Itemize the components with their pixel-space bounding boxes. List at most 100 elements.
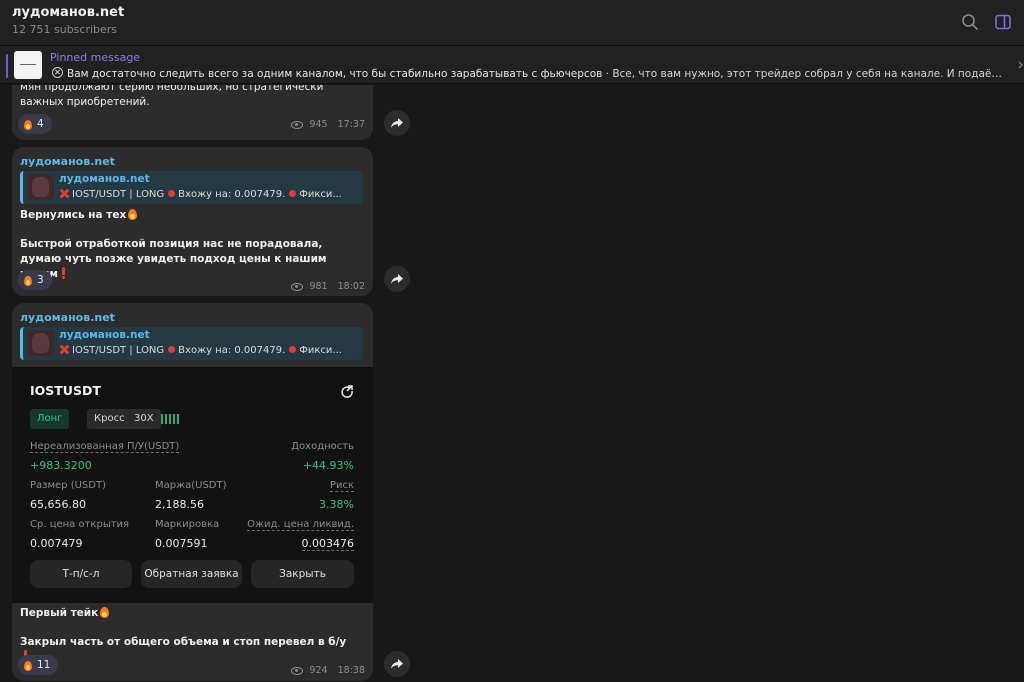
- reply-quote[interactable]: лудоманов.net IOST/USDT | LONG Вхожу на: …: [20, 171, 363, 204]
- roi-label: Доходность: [291, 441, 354, 452]
- liq-price-label: Ожид. цена ликвид.: [247, 519, 354, 531]
- message-text: Закрыл часть от общего объема и стоп пер…: [12, 635, 362, 665]
- subscriber-count: 12 751 subscribers: [12, 23, 118, 36]
- view-count: 924: [309, 665, 328, 676]
- fire-icon: [23, 659, 33, 671]
- message-meta: 981 18:02: [291, 281, 365, 292]
- risk-label: Риск: [329, 480, 354, 492]
- reply-thumbnail: [28, 330, 54, 356]
- message-author[interactable]: лудоманов.net: [20, 311, 115, 324]
- message-text: Первый тейк: [12, 605, 362, 621]
- sidebar-toggle-icon[interactable]: [993, 12, 1013, 32]
- message-line: Вернулись на тех: [20, 209, 127, 221]
- message-line: Первый тейк: [20, 607, 99, 619]
- pinned-thumbnail: [14, 51, 42, 79]
- reply-thumbnail: [28, 174, 54, 200]
- forward-button[interactable]: [384, 651, 410, 677]
- reply-text: IOST/USDT | LONG Вхожу на: 0.007479. Фикси…: [59, 188, 359, 200]
- view-count: 981: [309, 281, 328, 292]
- reply-author: лудоманов.net: [59, 329, 150, 341]
- share-icon: [341, 385, 353, 398]
- cross-mark-icon: [59, 188, 69, 198]
- mark-price-label: Маркировка: [155, 519, 220, 530]
- forward-icon: [391, 274, 403, 284]
- red-dot-icon: [289, 190, 297, 197]
- exclamation-icon: [61, 267, 66, 279]
- view-count: 945: [309, 119, 328, 130]
- leverage-badge: 30X: [127, 409, 161, 429]
- margin-label: Маржа(USDT): [155, 480, 227, 491]
- channel-title[interactable]: лудоманов.net: [12, 5, 124, 20]
- chevron-right-icon[interactable]: [1018, 61, 1024, 69]
- message-author[interactable]: лудоманов.net: [20, 155, 115, 168]
- roi-value: +44.93%: [302, 459, 354, 472]
- message-time: 18:38: [337, 665, 365, 676]
- size-label: Размер (USDT): [30, 480, 106, 491]
- mark-price-value: 0.007591: [155, 537, 208, 550]
- search-icon[interactable]: [960, 12, 980, 32]
- message-time: 17:37: [337, 119, 365, 130]
- reaction-button[interactable]: 4: [18, 114, 52, 134]
- open-price-value: 0.007479: [30, 537, 83, 550]
- size-value: 65,656.80: [30, 498, 86, 511]
- reply-quote[interactable]: лудоманов.net IOST/USDT | LONG Вхожу на: …: [20, 327, 363, 360]
- message-time: 18:02: [337, 281, 365, 292]
- message-line: Закрыл часть от общего объема и стоп пер…: [20, 636, 347, 648]
- pnl-label: Нереализованная П/У(USDT): [30, 441, 180, 453]
- fire-icon: [23, 274, 33, 286]
- message-line: Быстрой отработкой позиция нас не порадо…: [20, 238, 327, 280]
- reply-pair: IOST/USDT | LONG: [72, 345, 165, 356]
- reaction-button[interactable]: 11: [18, 655, 59, 675]
- pinned-label: Pinned message: [50, 51, 141, 64]
- pinned-indicator: [6, 54, 8, 78]
- message-text: мян продолжают серию небольших, но страт…: [20, 85, 324, 108]
- forward-button[interactable]: [384, 110, 410, 136]
- fire-icon: [99, 605, 110, 618]
- signal-bars-icon: [161, 414, 179, 424]
- forward-icon: [391, 118, 403, 128]
- trade-card-image[interactable]: IOSTUSDT Лонг Кросс 30X Нереализованная …: [12, 367, 373, 603]
- red-dot-icon: [168, 190, 176, 197]
- pinned-text: Вам достаточно следить всего за одним ка…: [52, 66, 1002, 80]
- red-dot-icon: [168, 346, 176, 353]
- fire-icon: [23, 118, 33, 130]
- message-bubble[interactable]: мян продолжают серию небольших, но страт…: [12, 85, 373, 140]
- reply-entry: Вхожу на: 0.007479.: [178, 345, 286, 356]
- cross-mark-icon: [52, 67, 63, 78]
- message-meta: 945 17:37: [291, 119, 365, 130]
- trade-pair: IOSTUSDT: [30, 383, 101, 398]
- message-bubble[interactable]: лудоманов.net лудоманов.net IOST/USDT | …: [12, 147, 373, 296]
- reaction-button[interactable]: 3: [18, 270, 52, 290]
- reply-tail: Фикси...: [299, 189, 342, 200]
- reaction-count: 4: [37, 118, 44, 130]
- reply-text: IOST/USDT | LONG Вхожу на: 0.007479. Фикси…: [59, 344, 359, 356]
- open-price-label: Ср. цена открытия: [30, 519, 130, 530]
- margin-value: 2,188.56: [155, 498, 204, 511]
- reply-tail: Фикси...: [299, 345, 342, 356]
- forward-icon: [391, 659, 403, 669]
- message-meta: 924 18:38: [291, 665, 365, 676]
- red-dot-icon: [289, 346, 297, 353]
- message-list[interactable]: мян продолжают серию небольших, но страт…: [0, 85, 1024, 682]
- reply-pair: IOST/USDT | LONG: [72, 189, 165, 200]
- tpsl-button: Т-п/с-л: [30, 560, 132, 588]
- fire-icon: [127, 207, 138, 220]
- pnl-value: +983.3200: [30, 459, 92, 472]
- message-text: Вернулись на тех: [12, 207, 362, 223]
- eye-icon: [291, 282, 304, 291]
- liq-price-value: 0.003476: [301, 537, 354, 551]
- pinned-text-rest: · Все, что вам нужно, этот трейдер собра…: [602, 68, 1002, 80]
- eye-icon: [291, 120, 304, 129]
- reverse-order-button: Обратная заявка: [141, 560, 242, 588]
- pinned-message-bar[interactable]: Pinned message Вам достаточно следить вс…: [0, 46, 1024, 84]
- message-bubble[interactable]: лудоманов.net лудоманов.net IOST/USDT | …: [12, 303, 373, 681]
- reply-entry: Вхожу на: 0.007479.: [178, 189, 286, 200]
- eye-icon: [291, 666, 304, 675]
- side-badge: Лонг: [30, 409, 70, 429]
- reaction-count: 3: [37, 274, 44, 286]
- forward-button[interactable]: [384, 266, 410, 292]
- risk-value: 3.38%: [319, 498, 354, 511]
- chat-header: лудоманов.net 12 751 subscribers: [0, 0, 1024, 46]
- close-position-button: Закрыть: [251, 560, 354, 588]
- margin-mode-badge: Кросс: [87, 409, 132, 429]
